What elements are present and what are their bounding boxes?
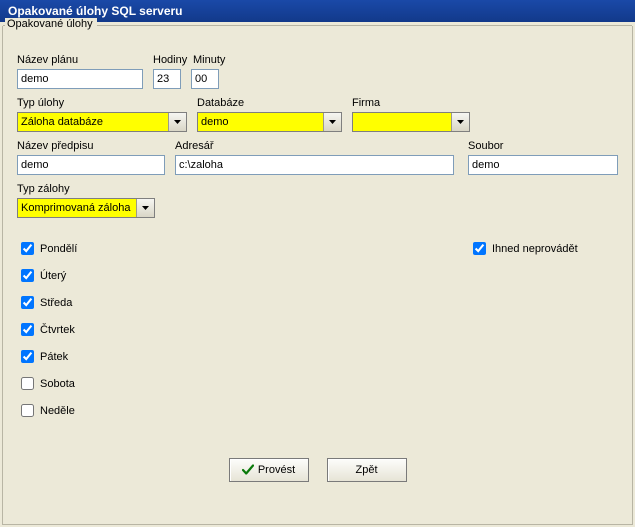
label-typ-ulohy: Typ úlohy <box>17 97 187 109</box>
combo-databaze[interactable]: demo <box>197 112 342 132</box>
checkbox-ctvrtek[interactable] <box>21 323 34 336</box>
combo-typ-ulohy[interactable]: Záloha databáze <box>17 112 187 132</box>
input-adresar[interactable] <box>175 155 454 175</box>
checkbox-patek[interactable] <box>21 350 34 363</box>
input-nazev-planu[interactable] <box>17 69 143 89</box>
groupbox-title: Opakované úlohy <box>5 18 97 30</box>
checkbox-sobota[interactable] <box>21 377 34 390</box>
combo-typ-zalohy[interactable]: Komprimovaná záloha <box>17 198 155 218</box>
label-databaze: Databáze <box>197 97 342 109</box>
label-nedele: Neděle <box>40 405 75 417</box>
input-minuty[interactable] <box>191 69 219 89</box>
label-firma: Firma <box>352 97 470 109</box>
label-nazev-planu: Název plánu <box>17 54 143 66</box>
input-soubor[interactable] <box>468 155 618 175</box>
checkbox-pondeli[interactable] <box>21 242 34 255</box>
label-soubor: Soubor <box>468 140 618 152</box>
label-utery: Úterý <box>40 270 66 282</box>
chevron-down-icon <box>168 113 186 131</box>
checkbox-streda[interactable] <box>21 296 34 309</box>
input-hodiny[interactable] <box>153 69 181 89</box>
check-icon <box>242 464 254 476</box>
checkbox-ihned-neprovadet[interactable] <box>473 242 486 255</box>
label-patek: Pátek <box>40 351 68 363</box>
label-sobota: Sobota <box>40 378 75 390</box>
provest-button-label: Provést <box>258 464 295 476</box>
combo-firma[interactable] <box>352 112 470 132</box>
groupbox-opakovane-ulohy: Opakované úlohy Název plánu Hodiny Minut… <box>2 26 633 525</box>
label-pondeli: Pondělí <box>40 243 77 255</box>
label-hodiny: Hodiny <box>153 54 187 66</box>
label-ctvrtek: Čtvrtek <box>40 324 75 336</box>
checkbox-nedele[interactable] <box>21 404 34 417</box>
label-ihned-neprovadet: Ihned neprovádět <box>492 243 578 255</box>
chevron-down-icon <box>136 199 154 217</box>
input-nazev-predpisu[interactable] <box>17 155 165 175</box>
checkbox-utery[interactable] <box>21 269 34 282</box>
zpet-button[interactable]: Zpět <box>327 458 407 482</box>
label-minuty: Minuty <box>193 54 225 66</box>
zpet-button-label: Zpět <box>355 464 377 476</box>
combo-typ-zalohy-value: Komprimovaná záloha <box>21 202 130 214</box>
label-typ-zalohy: Typ zálohy <box>17 183 155 195</box>
combo-databaze-value: demo <box>201 116 229 128</box>
label-nazev-predpisu: Název předpisu <box>17 140 165 152</box>
chevron-down-icon <box>323 113 341 131</box>
provest-button[interactable]: Provést <box>229 458 309 482</box>
combo-typ-ulohy-value: Záloha databáze <box>21 116 103 128</box>
chevron-down-icon <box>451 113 469 131</box>
label-streda: Středa <box>40 297 72 309</box>
label-adresar: Adresář <box>175 140 454 152</box>
